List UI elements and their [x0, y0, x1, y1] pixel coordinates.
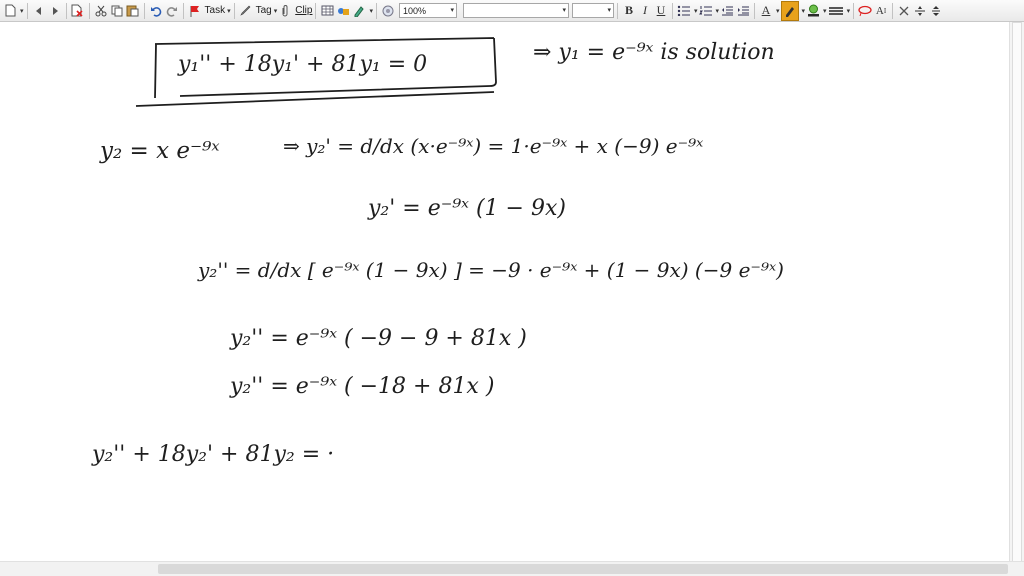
pen-dropdown[interactable]: ▾ [369, 7, 373, 15]
y2-double-prime-expansion: y₂'' = d/dx [ e⁻⁹ˣ (1 − 9x) ] = −9 · e⁻⁹… [198, 258, 784, 282]
text-style-icon[interactable]: AI [874, 2, 888, 20]
font-color-button[interactable]: A [759, 2, 773, 20]
bold-button[interactable]: B [622, 2, 636, 20]
eraser-icon[interactable] [897, 2, 911, 20]
numbered-list-icon[interactable] [699, 2, 713, 20]
new-page-icon[interactable] [3, 2, 17, 20]
undo-icon[interactable] [149, 2, 163, 20]
table-icon[interactable] [320, 2, 334, 20]
bullet-list-dropdown[interactable]: ▾ [694, 7, 698, 15]
tag-button[interactable]: Tag [256, 5, 272, 16]
chevron-down-icon: ▾ [450, 7, 454, 14]
tag-dropdown[interactable]: ▾ [274, 7, 278, 15]
tag-pencil-icon[interactable] [239, 2, 253, 20]
copy-icon[interactable] [110, 2, 124, 20]
next-page-icon[interactable] [48, 2, 62, 20]
highlighter-icon[interactable] [780, 0, 799, 21]
boxed-equation: y₁'' + 18y₁' + 81y₁ = 0 [178, 52, 428, 77]
italic-button[interactable]: I [638, 2, 652, 20]
toolbar: ▾ Task ▾ Tag ▾ Clip ▾ 100% ▾ ▾ ▾ B I U ▾… [0, 0, 1024, 22]
decrease-indent-icon[interactable] [720, 2, 734, 20]
cut-icon[interactable] [94, 2, 108, 20]
paste-icon[interactable] [126, 2, 140, 20]
y2-double-prime-step2: y₂'' = e⁻⁹ˣ ( −18 + 81x ) [230, 374, 495, 399]
previous-page-icon[interactable] [32, 2, 46, 20]
lasso-icon[interactable] [858, 2, 872, 20]
task-button[interactable]: Task [205, 5, 226, 16]
chevron-down-icon: ▾ [607, 7, 611, 14]
new-page-dropdown[interactable]: ▾ [20, 7, 24, 15]
bullet-list-icon[interactable] [677, 2, 691, 20]
insert-object-icon[interactable] [336, 2, 350, 20]
increase-indent-icon[interactable] [736, 2, 750, 20]
line-weight-dropdown[interactable]: ▾ [847, 7, 851, 15]
vertical-scrollbar[interactable] [1009, 22, 1024, 562]
highlighter-dropdown[interactable]: ▾ [802, 7, 806, 15]
equation-underline-stroke [135, 91, 495, 107]
delete-page-icon[interactable] [71, 2, 85, 20]
pen-tool-icon[interactable] [352, 2, 366, 20]
horizontal-scrollbar-thumb[interactable] [158, 564, 1008, 574]
note-canvas[interactable]: y₁'' + 18y₁' + 81y₁ = 0 ⇒ y₁ = e⁻⁹ˣ is s… [0, 22, 1010, 562]
clip-icon[interactable] [278, 2, 292, 20]
more-options-icon[interactable] [929, 2, 943, 20]
y2-definition: y₂ = x e⁻⁹ˣ [100, 138, 220, 164]
underline-button[interactable]: U [654, 2, 668, 20]
solution-statement: ⇒ y₁ = e⁻⁹ˣ is solution [533, 40, 775, 65]
zoom-icon[interactable] [381, 2, 395, 20]
fill-color-icon[interactable] [806, 2, 820, 20]
insert-space-icon[interactable] [913, 2, 927, 20]
task-dropdown[interactable]: ▾ [227, 7, 231, 15]
clip-button[interactable]: Clip [295, 5, 312, 16]
zoom-value: 100% [402, 5, 427, 16]
y2-prime-result: y₂' = e⁻⁹ˣ (1 − 9x) [368, 196, 566, 221]
horizontal-scrollbar[interactable] [0, 561, 1024, 576]
font-color-dropdown[interactable]: ▾ [776, 7, 780, 15]
y2-double-prime-step1: y₂'' = e⁻⁹ˣ ( −9 − 9 + 81x ) [230, 326, 527, 351]
redo-icon[interactable] [165, 2, 179, 20]
chevron-down-icon: ▾ [562, 7, 566, 14]
line-weight-icon[interactable] [828, 2, 844, 20]
substitution-line: y₂'' + 18y₂' + 81y₂ = · [92, 442, 335, 467]
font-size-select[interactable]: ▾ [571, 3, 614, 18]
y2-derivative-expansion: ⇒ y₂' = d/dx (x·e⁻⁹ˣ) = 1·e⁻⁹ˣ + x (−9) … [283, 134, 704, 158]
vertical-scrollbar-thumb[interactable] [1012, 22, 1022, 562]
numbered-list-dropdown[interactable]: ▾ [716, 7, 720, 15]
zoom-select[interactable]: 100% ▾ [398, 3, 457, 18]
ink-strokes [135, 37, 497, 107]
font-color-glyph: A [761, 3, 771, 17]
task-flag-icon[interactable] [188, 2, 202, 20]
fill-color-dropdown[interactable]: ▾ [823, 7, 827, 15]
font-name-select[interactable]: ▾ [462, 3, 569, 18]
